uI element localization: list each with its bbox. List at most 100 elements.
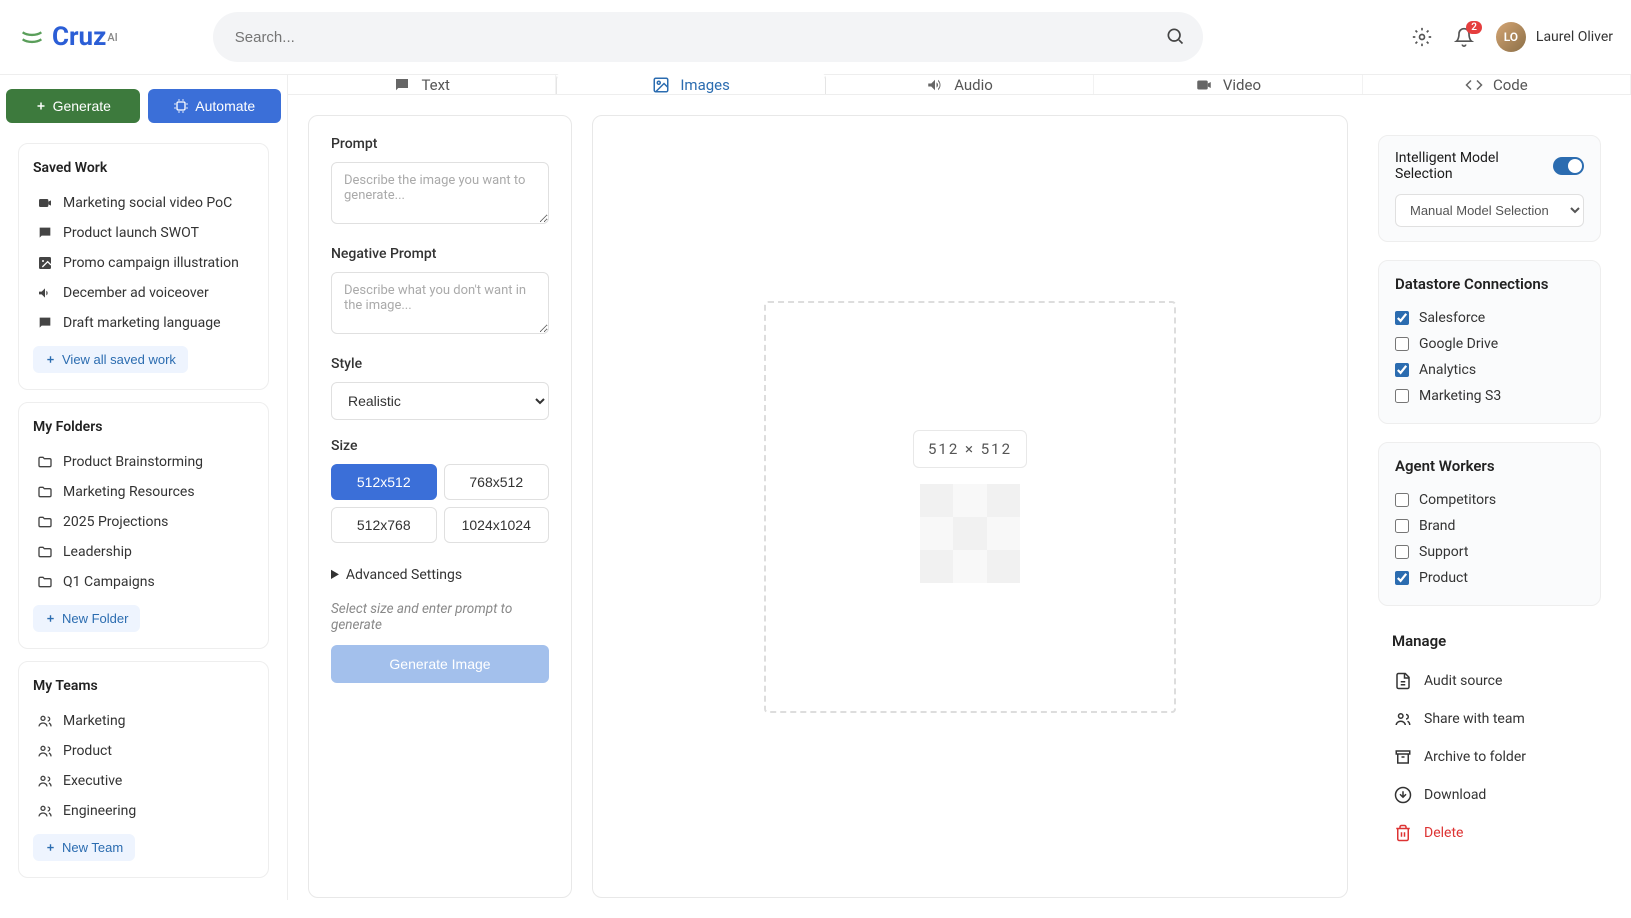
advanced-settings[interactable]: Advanced Settings (331, 561, 549, 589)
sidebar: Generate Automate Saved Work Marketing s… (0, 75, 288, 900)
datastore-title: Datastore Connections (1395, 275, 1584, 293)
image-icon (652, 76, 670, 94)
avatar: LO (1496, 22, 1526, 52)
size-option[interactable]: 768x512 (444, 464, 550, 500)
logo-icon (18, 23, 46, 51)
datastore-row[interactable]: Marketing S3 (1395, 383, 1584, 409)
manage-archive[interactable]: Archive to folder (1392, 738, 1587, 776)
style-select[interactable]: Realistic (331, 382, 549, 420)
folder-item[interactable]: Q1 Campaigns (33, 567, 254, 597)
manage-audit[interactable]: Audit source (1392, 662, 1587, 700)
new-folder-button[interactable]: New Folder (33, 605, 140, 632)
chat-icon (37, 225, 53, 241)
plus-icon (45, 842, 56, 853)
plus-icon (35, 100, 47, 112)
datastore-row[interactable]: Analytics (1395, 357, 1584, 383)
size-option[interactable]: 1024x1024 (444, 507, 550, 543)
folder-item[interactable]: Marketing Resources (33, 477, 254, 507)
intelligent-model-toggle[interactable] (1553, 157, 1584, 175)
plus-icon (45, 354, 56, 365)
saved-work-title: Saved Work (33, 160, 254, 176)
saved-item[interactable]: Marketing social video PoC (33, 188, 254, 218)
neg-prompt-input[interactable] (331, 272, 549, 334)
new-team-button[interactable]: New Team (33, 834, 135, 861)
chat-icon (37, 315, 53, 331)
size-option[interactable]: 512x512 (331, 464, 437, 500)
folder-item[interactable]: 2025 Projections (33, 507, 254, 537)
logo[interactable]: CruzAI (18, 22, 118, 52)
notifications-button[interactable]: 2 (1454, 27, 1474, 47)
team-item[interactable]: Executive (33, 766, 254, 796)
agent-checkbox[interactable] (1395, 519, 1409, 533)
users-icon (37, 773, 53, 789)
canvas-placeholder: 512 × 512 (764, 301, 1176, 713)
tab-video[interactable]: Video (1094, 75, 1362, 94)
tab-images[interactable]: Images (556, 73, 825, 94)
agent-row[interactable]: Brand (1395, 513, 1584, 539)
code-icon (1465, 76, 1483, 94)
manage-section: Manage Audit source Share with team Arch… (1378, 624, 1601, 860)
intelligent-model-label: Intelligent Model Selection (1395, 150, 1553, 182)
manual-model-select[interactable]: Manual Model Selection (1395, 194, 1584, 227)
prompt-input[interactable] (331, 162, 549, 224)
tab-text[interactable]: Text (288, 75, 556, 94)
saved-item[interactable]: Promo campaign illustration (33, 248, 254, 278)
generate-image-button[interactable]: Generate Image (331, 645, 549, 683)
tab-code[interactable]: Code (1363, 75, 1631, 94)
saved-item[interactable]: December ad voiceover (33, 278, 254, 308)
prompt-label: Prompt (331, 136, 549, 152)
video-icon (37, 195, 53, 211)
agent-row[interactable]: Competitors (1395, 487, 1584, 513)
teams-title: My Teams (33, 678, 254, 694)
chat-icon (393, 76, 411, 94)
folder-item[interactable]: Product Brainstorming (33, 447, 254, 477)
image-icon (37, 255, 53, 271)
users-icon (1394, 710, 1412, 728)
agent-checkbox[interactable] (1395, 571, 1409, 585)
agent-row[interactable]: Support (1395, 539, 1584, 565)
folder-item[interactable]: Leadership (33, 537, 254, 567)
download-icon (1394, 786, 1412, 804)
manage-share[interactable]: Share with team (1392, 700, 1587, 738)
notification-badge: 2 (1466, 21, 1482, 34)
team-item[interactable]: Engineering (33, 796, 254, 826)
folder-icon (37, 514, 53, 530)
folders-panel: My Folders Product Brainstorming Marketi… (18, 402, 269, 649)
folder-icon (37, 574, 53, 590)
style-label: Style (331, 356, 549, 372)
datastore-row[interactable]: Salesforce (1395, 305, 1584, 331)
users-icon (37, 803, 53, 819)
brand-name: Cruz (52, 22, 106, 52)
team-item[interactable]: Product (33, 736, 254, 766)
datastore-row[interactable]: Google Drive (1395, 331, 1584, 357)
team-item[interactable]: Marketing (33, 706, 254, 736)
agent-checkbox[interactable] (1395, 493, 1409, 507)
automate-button[interactable]: Automate (148, 89, 282, 123)
search-icon[interactable] (1165, 26, 1185, 46)
saved-item[interactable]: Draft marketing language (33, 308, 254, 338)
manage-delete[interactable]: Delete (1392, 814, 1587, 852)
form-panel: Prompt Negative Prompt Style Realistic S… (308, 115, 572, 898)
agent-checkbox[interactable] (1395, 545, 1409, 559)
datastore-checkbox[interactable] (1395, 363, 1409, 377)
generate-button[interactable]: Generate (6, 89, 140, 123)
saved-item[interactable]: Product launch SWOT (33, 218, 254, 248)
manage-download[interactable]: Download (1392, 776, 1587, 814)
folder-icon (37, 484, 53, 500)
user-menu[interactable]: LO Laurel Oliver (1496, 22, 1613, 52)
size-option[interactable]: 512x768 (331, 507, 437, 543)
folder-icon (37, 454, 53, 470)
datastore-checkbox[interactable] (1395, 337, 1409, 351)
datastore-checkbox[interactable] (1395, 389, 1409, 403)
gear-icon (1412, 27, 1432, 47)
search-input[interactable] (213, 12, 1203, 62)
agent-row[interactable]: Product (1395, 565, 1584, 591)
archive-icon (1394, 748, 1412, 766)
users-icon (37, 713, 53, 729)
datastore-checkbox[interactable] (1395, 311, 1409, 325)
view-all-saved-button[interactable]: View all saved work (33, 346, 188, 373)
tab-audio[interactable]: Audio (826, 75, 1094, 94)
brand-suffix: AI (107, 31, 117, 44)
hint-text: Select size and enter prompt to generate (331, 601, 549, 633)
settings-button[interactable] (1412, 27, 1432, 47)
